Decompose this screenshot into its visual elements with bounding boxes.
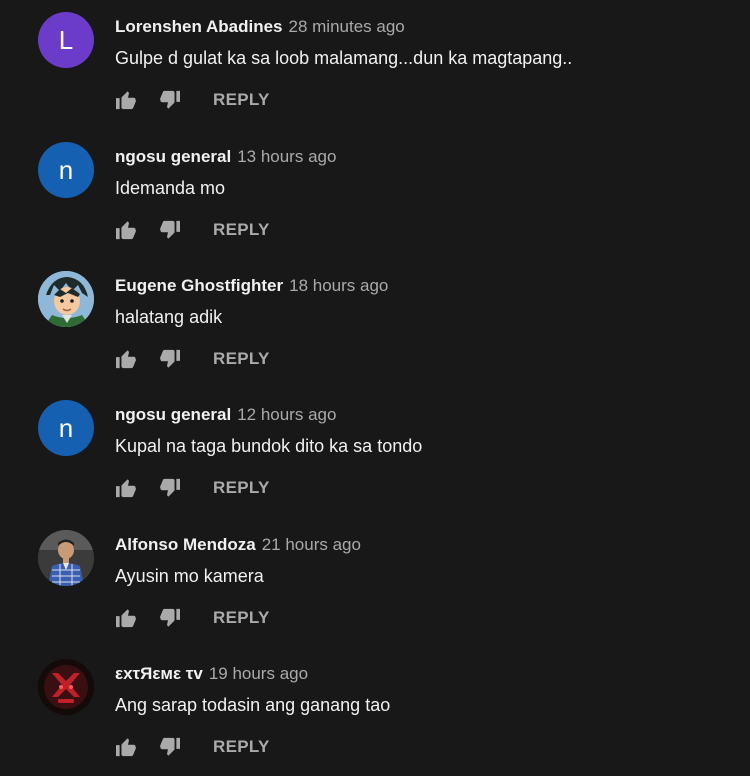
reply-button[interactable]: REPLY bbox=[213, 737, 270, 757]
comment-thread: L Lorenshen Abadines 28 minutes ago Gulpe… bbox=[0, 0, 750, 129]
like-button[interactable] bbox=[115, 736, 137, 758]
comment-actions: REPLY bbox=[115, 606, 270, 630]
author-name[interactable]: Alfonso Mendoza bbox=[115, 535, 256, 554]
reply-button[interactable]: REPLY bbox=[213, 90, 270, 110]
thumbs-up-icon bbox=[116, 91, 136, 110]
reply-button[interactable]: REPLY bbox=[213, 349, 270, 369]
timestamp[interactable]: 13 hours ago bbox=[237, 147, 336, 166]
avatar[interactable]: n bbox=[38, 142, 94, 198]
thumbs-down-icon bbox=[160, 90, 180, 109]
timestamp[interactable]: 19 hours ago bbox=[209, 664, 308, 683]
like-button[interactable] bbox=[115, 477, 137, 499]
author-name[interactable]: εxτЯεмε τv bbox=[115, 664, 203, 683]
timestamp[interactable]: 12 hours ago bbox=[237, 405, 336, 424]
timestamp[interactable]: 18 hours ago bbox=[289, 276, 388, 295]
comment-header: εxτЯεмε τv 19 hours ago bbox=[115, 663, 308, 685]
avatar-letter: n bbox=[58, 154, 74, 185]
comment-header: ngosu general 12 hours ago bbox=[115, 404, 336, 426]
thumbs-down-icon bbox=[160, 737, 180, 756]
like-button[interactable] bbox=[115, 89, 137, 111]
reply-button[interactable]: REPLY bbox=[213, 220, 270, 240]
thumbs-up-icon bbox=[116, 479, 136, 498]
thumbs-up-icon bbox=[116, 738, 136, 757]
comment-text: Gulpe d gulat ka sa loob malamang...dun … bbox=[115, 48, 573, 68]
thumbs-up-icon bbox=[116, 221, 136, 240]
comment-actions: REPLY bbox=[115, 735, 270, 759]
avatar[interactable] bbox=[38, 271, 94, 327]
avatar[interactable]: n bbox=[38, 400, 94, 456]
comment-header: Alfonso Mendoza 21 hours ago bbox=[115, 534, 361, 556]
comment-header: ngosu general 13 hours ago bbox=[115, 146, 336, 168]
dislike-button[interactable] bbox=[159, 607, 181, 629]
thumbs-down-icon bbox=[160, 220, 180, 239]
author-name[interactable]: ngosu general bbox=[115, 147, 231, 166]
dislike-button[interactable] bbox=[159, 348, 181, 370]
comments-list: L Lorenshen Abadines 28 minutes ago Gulpe… bbox=[0, 0, 750, 770]
thumbs-down-icon bbox=[160, 478, 180, 497]
comment-header: Lorenshen Abadines 28 minutes ago bbox=[115, 16, 405, 38]
avatar[interactable] bbox=[38, 659, 94, 715]
author-name[interactable]: ngosu general bbox=[115, 405, 231, 424]
comment-thread: n ngosu general 13 hours ago Idemanda mo … bbox=[0, 130, 750, 259]
avatar-letter: n bbox=[58, 412, 74, 443]
timestamp[interactable]: 21 hours ago bbox=[262, 535, 361, 554]
thumbs-down-icon bbox=[160, 349, 180, 368]
comment-actions: REPLY bbox=[115, 347, 270, 371]
anime-character-avatar-image bbox=[38, 271, 94, 327]
comment-text: Ang sarap todasin ang ganang tao bbox=[115, 695, 391, 715]
reply-button[interactable]: REPLY bbox=[213, 478, 270, 498]
comment-text: halatang adik bbox=[115, 307, 223, 327]
author-name[interactable]: Lorenshen Abadines bbox=[115, 17, 283, 36]
thumbs-down-icon bbox=[160, 608, 180, 627]
comment-text: Kupal na taga bundok dito ka sa tondo bbox=[115, 436, 423, 456]
comment-thread: εxτЯεмε τv 19 hours ago Ang sarap todasin… bbox=[0, 647, 750, 776]
reply-button[interactable]: REPLY bbox=[213, 608, 270, 628]
author-name[interactable]: Eugene Ghostfighter bbox=[115, 276, 283, 295]
comment-thread: n ngosu general 12 hours ago Kupal na tag… bbox=[0, 388, 750, 517]
person-photo-avatar-image bbox=[38, 530, 94, 586]
like-button[interactable] bbox=[115, 607, 137, 629]
comment-thread: Eugene Ghostfighter 18 hours ago halatang… bbox=[0, 259, 750, 388]
comment-actions: REPLY bbox=[115, 88, 270, 112]
dislike-button[interactable] bbox=[159, 219, 181, 241]
dislike-button[interactable] bbox=[159, 477, 181, 499]
comment-actions: REPLY bbox=[115, 476, 270, 500]
comment-text: Idemanda mo bbox=[115, 178, 226, 198]
avatar[interactable] bbox=[38, 530, 94, 586]
timestamp[interactable]: 28 minutes ago bbox=[289, 17, 405, 36]
comment-actions: REPLY bbox=[115, 218, 270, 242]
comment-header: Eugene Ghostfighter 18 hours ago bbox=[115, 275, 388, 297]
avatar-letter: L bbox=[58, 24, 74, 55]
comment-text: Ayusin mo kamera bbox=[115, 566, 264, 586]
dislike-button[interactable] bbox=[159, 89, 181, 111]
thumbs-up-icon bbox=[116, 350, 136, 369]
like-button[interactable] bbox=[115, 219, 137, 241]
dislike-button[interactable] bbox=[159, 736, 181, 758]
avatar[interactable]: L bbox=[38, 12, 94, 68]
comment-thread: Alfonso Mendoza 21 hours ago Ayusin mo ka… bbox=[0, 518, 750, 647]
like-button[interactable] bbox=[115, 348, 137, 370]
channel-logo-avatar-image bbox=[38, 659, 94, 715]
thumbs-up-icon bbox=[116, 609, 136, 628]
